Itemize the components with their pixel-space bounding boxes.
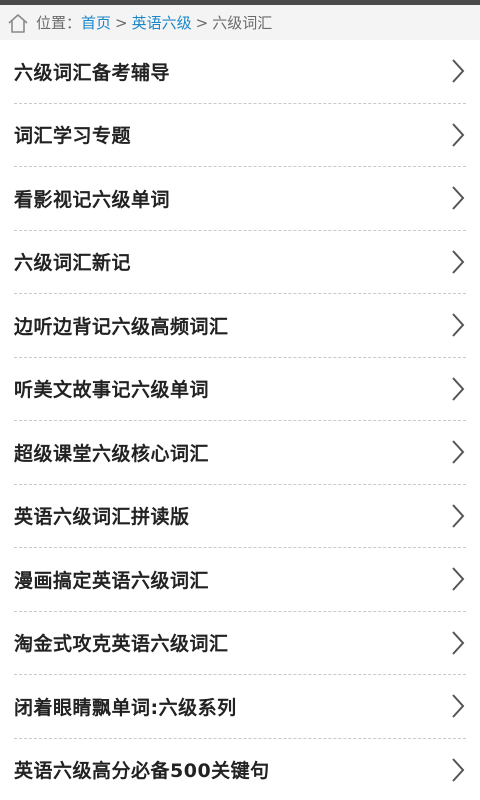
list-item-label: 英语六级高分必备500关键句 (14, 760, 270, 783)
chevron-right-icon (450, 629, 466, 657)
list-item-label: 淘金式攻克英语六级词汇 (14, 633, 229, 656)
list-item-label: 漫画搞定英语六级词汇 (14, 569, 210, 592)
chevron-right-icon (450, 121, 466, 149)
list-item[interactable]: 边听边背记六级高频词汇 (14, 294, 466, 358)
list-item-label: 词汇学习专题 (14, 125, 132, 148)
breadcrumb-separator: > (115, 13, 128, 32)
list-item-label: 听美文故事记六级单词 (14, 379, 210, 402)
list-item[interactable]: 英语六级词汇拼读版 (14, 485, 466, 548)
breadcrumb-prefix: 位置： (36, 14, 82, 32)
breadcrumb-home-link[interactable]: 首页 (81, 12, 111, 33)
list-item[interactable]: 看影视记六级单词 (14, 167, 466, 231)
chevron-right-icon (450, 184, 466, 212)
list-item-label: 六级词汇备考辅导 (14, 61, 171, 84)
chevron-right-icon (450, 692, 466, 720)
list-item[interactable]: 六级词汇备考辅导 (14, 40, 466, 104)
list-item-label: 看影视记六级单词 (14, 188, 171, 211)
chevron-right-icon (450, 375, 466, 403)
chevron-right-icon (450, 502, 466, 530)
list-item[interactable]: 淘金式攻克英语六级词汇 (14, 612, 466, 675)
topic-list: 六级词汇备考辅导 词汇学习专题 看影视记六级单词 六级词汇新记 边听边背记六级高… (0, 40, 480, 800)
list-item[interactable]: 听美文故事记六级单词 (14, 358, 466, 421)
chevron-right-icon (450, 57, 466, 85)
list-item[interactable]: 漫画搞定英语六级词汇 (14, 548, 466, 612)
list-item-label: 闭着眼睛飘单词:六级系列 (14, 696, 237, 719)
list-item-label: 英语六级词汇拼读版 (14, 506, 190, 529)
list-item[interactable]: 英语六级高分必备500关键句 (14, 739, 466, 800)
chevron-right-icon (450, 438, 466, 466)
list-item[interactable]: 超级课堂六级核心词汇 (14, 421, 466, 485)
chevron-right-icon (450, 248, 466, 276)
chevron-right-icon (450, 565, 466, 593)
list-item-label: 超级课堂六级核心词汇 (14, 442, 210, 465)
home-icon[interactable] (6, 11, 30, 35)
breadcrumb-category-link[interactable]: 英语六级 (132, 12, 192, 33)
chevron-right-icon (450, 756, 466, 784)
list-item-label: 边听边背记六级高频词汇 (14, 315, 229, 338)
list-item[interactable]: 六级词汇新记 (14, 231, 466, 294)
list-item[interactable]: 词汇学习专题 (14, 104, 466, 167)
breadcrumb: 位置： 首页 > 英语六级 > 六级词汇 (0, 5, 480, 40)
breadcrumb-separator: > (195, 13, 209, 32)
list-item[interactable]: 闭着眼睛飘单词:六级系列 (14, 675, 466, 739)
breadcrumb-current: 六级词汇 (212, 14, 273, 32)
chevron-right-icon (450, 311, 466, 339)
list-item-label: 六级词汇新记 (14, 252, 132, 275)
